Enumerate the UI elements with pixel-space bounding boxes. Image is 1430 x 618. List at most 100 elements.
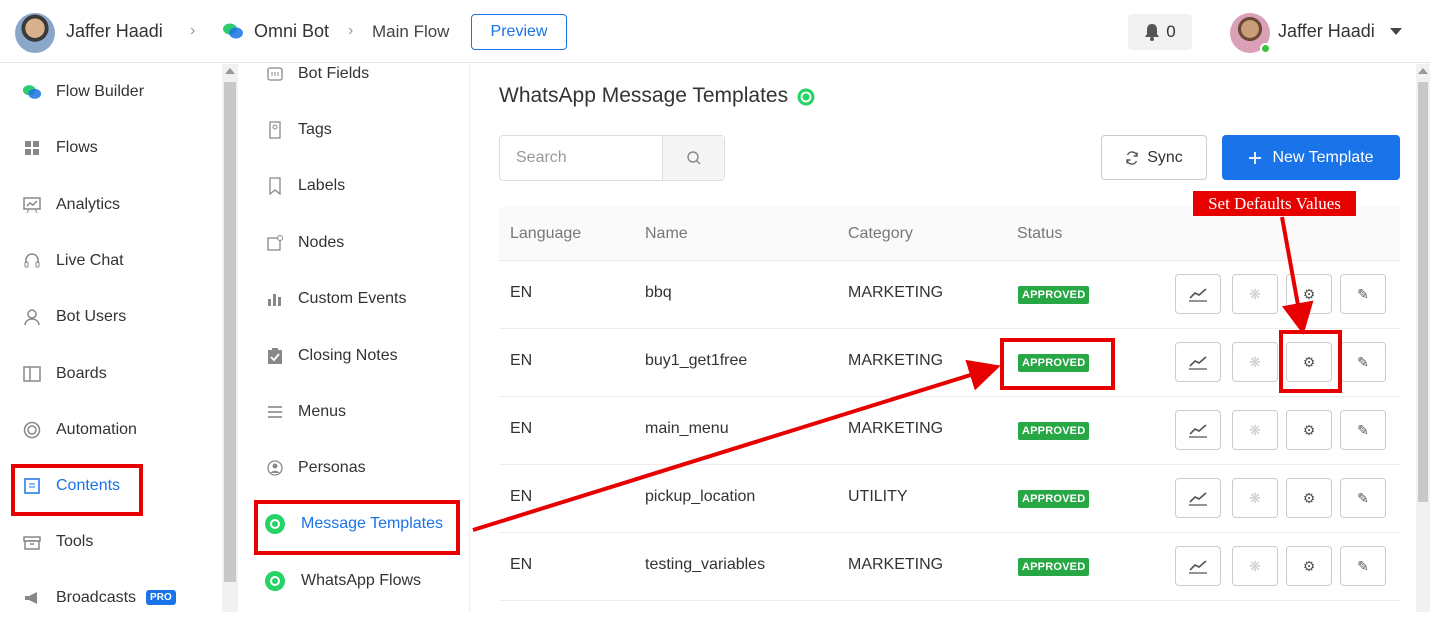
- breadcrumb-flow[interactable]: Main Flow: [372, 22, 449, 42]
- column-header-status: Status: [1017, 225, 1063, 242]
- menu-icon: [265, 402, 285, 422]
- scrollbar-thumb[interactable]: [1418, 82, 1428, 502]
- sidebar-scrollbar[interactable]: [222, 64, 238, 612]
- grid-icon: [22, 138, 42, 158]
- preview-button[interactable]: Preview: [471, 14, 567, 50]
- gears-icon: ⚙: [1302, 557, 1316, 574]
- loading-button[interactable]: ❋: [1232, 546, 1278, 586]
- breadcrumb-bot[interactable]: Omni Bot: [254, 21, 329, 42]
- settings-button[interactable]: ⚙: [1286, 478, 1332, 518]
- chevron-right-icon: ›: [190, 22, 196, 39]
- loading-button[interactable]: ❋: [1232, 274, 1278, 314]
- subnav-item-closing-notes[interactable]: Closing Notes: [238, 336, 470, 376]
- pencil-icon: ✎: [1357, 353, 1369, 370]
- cell-language: EN: [510, 556, 533, 573]
- tag-icon: [265, 120, 285, 140]
- pencil-icon: ✎: [1357, 489, 1369, 506]
- chevron-down-icon[interactable]: [1390, 28, 1402, 35]
- cell-name: main_menu: [645, 420, 729, 437]
- plus-icon: [1249, 151, 1262, 164]
- sidebar-item-automation[interactable]: Automation: [0, 410, 222, 450]
- analytics-button[interactable]: [1175, 274, 1221, 314]
- cell-name: pickup_location: [645, 488, 756, 505]
- user-icon: [22, 307, 42, 327]
- edit-button[interactable]: ✎: [1340, 342, 1386, 382]
- loading-button[interactable]: ❋: [1232, 410, 1278, 450]
- analytics-button[interactable]: [1175, 546, 1221, 586]
- page-title: WhatsApp Message Templates: [499, 84, 789, 107]
- notification-count: 0: [1166, 22, 1176, 41]
- headset-icon: [22, 251, 42, 271]
- cell-language: EN: [510, 352, 533, 369]
- pencil-icon: ✎: [1357, 421, 1369, 438]
- breadcrumb-workspace[interactable]: Jaffer Haadi: [66, 21, 163, 42]
- loading-button[interactable]: ❋: [1232, 478, 1278, 518]
- whatsapp-icon: [797, 88, 815, 106]
- settings-button[interactable]: ⚙: [1286, 410, 1332, 450]
- analytics-button[interactable]: [1175, 410, 1221, 450]
- node-icon: [265, 233, 285, 253]
- edit-button[interactable]: ✎: [1340, 410, 1386, 450]
- sync-icon: [1126, 150, 1138, 165]
- top-bar: Jaffer Haadi › Omni Bot › Main Flow Prev…: [0, 0, 1430, 63]
- line-chart-icon: [1189, 288, 1207, 302]
- clipboard-check-icon: [265, 346, 285, 366]
- user-name[interactable]: Jaffer Haadi: [1278, 21, 1375, 42]
- sync-button[interactable]: Sync: [1101, 135, 1207, 180]
- sidebar-item-boards[interactable]: Boards: [0, 354, 222, 394]
- pencil-icon: ✎: [1357, 557, 1369, 574]
- search-input[interactable]: [500, 136, 662, 180]
- settings-button[interactable]: ⚙: [1286, 274, 1332, 314]
- table-row: EN bbq MARKETING APPROVED ❋ ⚙ ✎: [499, 261, 1400, 329]
- scroll-up-arrow-icon[interactable]: [225, 68, 235, 74]
- cell-name: buy1_get1free: [645, 352, 748, 369]
- main-sidebar: Flow Builder Flows Analytics Live Chat B…: [0, 64, 222, 612]
- sidebar-item-bot-users[interactable]: Bot Users: [0, 297, 222, 337]
- sidebar-item-flow-builder[interactable]: Flow Builder: [0, 72, 222, 112]
- workspace-avatar[interactable]: [15, 13, 55, 53]
- new-template-button[interactable]: New Template: [1222, 135, 1400, 180]
- subnav-item-labels[interactable]: Labels: [238, 166, 470, 206]
- cell-category: MARKETING: [848, 556, 944, 573]
- analytics-button[interactable]: [1175, 342, 1221, 382]
- subnav-item-nodes[interactable]: Nodes: [238, 223, 470, 263]
- subnav-item-bot-fields[interactable]: Bot Fields: [238, 54, 470, 94]
- search-group: [499, 135, 725, 181]
- subnav-item-tags[interactable]: Tags: [238, 110, 470, 150]
- sidebar-item-tools[interactable]: Tools: [0, 522, 222, 562]
- sidebar-item-live-chat[interactable]: Live Chat: [0, 241, 222, 281]
- pencil-icon: ✎: [1357, 285, 1369, 302]
- megaphone-icon: [22, 588, 42, 608]
- loading-button[interactable]: ❋: [1232, 342, 1278, 382]
- line-chart-icon: [1189, 492, 1207, 506]
- scroll-up-arrow-icon[interactable]: [1418, 68, 1428, 74]
- main-scrollbar[interactable]: [1416, 64, 1430, 612]
- subnav-item-menus[interactable]: Menus: [238, 392, 470, 432]
- notifications-button[interactable]: 0: [1128, 14, 1192, 50]
- table-row: EN main_menu MARKETING APPROVED ❋ ⚙ ✎: [499, 397, 1400, 465]
- cell-name: bbq: [645, 284, 672, 301]
- spinner-icon: ❋: [1249, 557, 1261, 574]
- edit-button[interactable]: ✎: [1340, 478, 1386, 518]
- fields-icon: [265, 64, 285, 84]
- settings-button[interactable]: ⚙: [1286, 546, 1332, 586]
- highlight-message-templates: [254, 500, 460, 555]
- spinner-icon: ❋: [1249, 353, 1261, 370]
- chat-bubbles-icon: [22, 82, 42, 102]
- subnav-item-personas[interactable]: Personas: [238, 448, 470, 488]
- search-button[interactable]: [662, 136, 724, 180]
- scrollbar-thumb[interactable]: [224, 82, 236, 582]
- analytics-button[interactable]: [1175, 478, 1221, 518]
- persona-icon: [265, 458, 285, 478]
- toolbox-icon: [22, 532, 42, 552]
- edit-button[interactable]: ✎: [1340, 274, 1386, 314]
- edit-button[interactable]: ✎: [1340, 546, 1386, 586]
- subnav-item-custom-events[interactable]: Custom Events: [238, 279, 470, 319]
- gears-icon: ⚙: [1302, 489, 1316, 506]
- sidebar-item-flows[interactable]: Flows: [0, 128, 222, 168]
- sidebar-item-broadcasts[interactable]: Broadcasts PRO: [0, 578, 222, 618]
- subnav-item-whatsapp-flows[interactable]: WhatsApp Flows: [238, 561, 470, 601]
- cell-name: testing_variables: [645, 556, 766, 573]
- column-header-language: Language: [510, 225, 582, 242]
- sidebar-item-analytics[interactable]: Analytics: [0, 185, 222, 225]
